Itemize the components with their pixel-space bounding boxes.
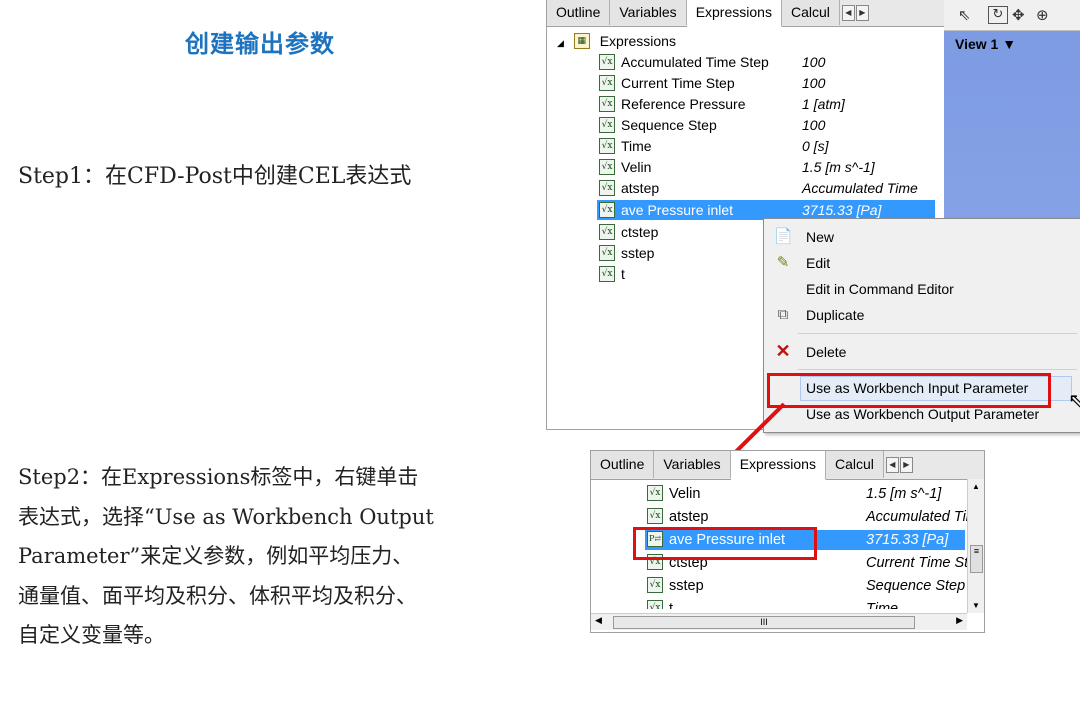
tab-expressions[interactable]: Expressions bbox=[686, 0, 782, 27]
tab-scroll-right-icon[interactable]: ▶ bbox=[899, 457, 913, 473]
red-highlight-box-row bbox=[633, 527, 817, 560]
menu-separator bbox=[798, 369, 1077, 370]
expression-icon: √x bbox=[599, 75, 615, 92]
tree-root[interactable]: ◢ ▦ Expressions bbox=[557, 31, 676, 51]
expression-value: 100 bbox=[802, 117, 826, 133]
expression-icon: √x bbox=[647, 508, 663, 525]
tree-root-label: Expressions bbox=[599, 33, 676, 49]
expression-row[interactable]: √x t bbox=[599, 264, 625, 284]
vertical-scrollbar[interactable]: ▲ ≡ ▼ bbox=[967, 479, 984, 613]
tab-expressions[interactable]: Expressions bbox=[730, 451, 826, 480]
duplicate-icon: ⧉ bbox=[777, 306, 789, 323]
menu-item-delete[interactable]: Delete bbox=[806, 341, 846, 363]
menu-item-edit[interactable]: Edit bbox=[806, 252, 830, 274]
expression-value: 100 bbox=[802, 75, 826, 91]
scroll-thumb[interactable]: ≡ bbox=[970, 545, 983, 573]
expression-icon: √x bbox=[599, 117, 615, 134]
step2-text: Step2：在Expressions标签中，右键单击 表达式，选择“Use as… bbox=[18, 465, 434, 647]
menu-item-new[interactable]: New bbox=[806, 226, 834, 248]
expression-row-selected[interactable]: √x ave Pressure inlet bbox=[597, 200, 935, 220]
red-highlight-box-menu bbox=[767, 373, 1051, 408]
collapse-icon[interactable]: ◢ bbox=[557, 38, 564, 48]
expression-value: 1.5 [m s^-1] bbox=[866, 486, 942, 502]
expression-icon: √x bbox=[599, 159, 615, 176]
panel-tabs: Outline Variables Expressions Calcul ◀ ▶ bbox=[547, 0, 945, 27]
menu-separator bbox=[798, 333, 1077, 334]
hscroll-thumb[interactable]: III bbox=[613, 616, 915, 629]
expression-icon: √x bbox=[599, 54, 615, 71]
pan-icon[interactable]: ✥ bbox=[1012, 6, 1025, 24]
expression-value: Time bbox=[866, 601, 899, 609]
expression-value: 1 [atm] bbox=[802, 96, 845, 112]
expression-row[interactable]: √x Sequence Step bbox=[599, 115, 717, 135]
tab-calculators[interactable]: Calcul bbox=[781, 0, 840, 25]
tab-outline[interactable]: Outline bbox=[547, 0, 611, 25]
select-arrow-icon[interactable]: ⇖ bbox=[958, 6, 971, 24]
expression-row[interactable]: √x sstep bbox=[599, 243, 654, 263]
expression-value-selected: 3715.33 [Pa] bbox=[802, 202, 882, 218]
expression-value: Current Time St bbox=[866, 555, 969, 571]
zoom-icon[interactable]: ⊕ bbox=[1036, 6, 1049, 24]
scroll-right-icon[interactable]: ▶ bbox=[956, 615, 963, 626]
expression-value: 1.5 [m s^-1] bbox=[802, 159, 875, 175]
tab-variables[interactable]: Variables bbox=[610, 0, 687, 25]
expression-icon: √x bbox=[599, 266, 615, 283]
expression-row[interactable]: √x sstep bbox=[647, 576, 704, 596]
expression-row[interactable]: √x Velin bbox=[599, 157, 651, 177]
expression-icon: √x bbox=[599, 245, 615, 262]
horizontal-scrollbar[interactable]: ◀ III ▶ bbox=[591, 613, 967, 630]
expression-icon: √x bbox=[599, 96, 615, 113]
new-icon: 📄 bbox=[774, 228, 793, 245]
expression-icon: √x bbox=[599, 138, 615, 155]
tab-scroll-buttons: ◀ ▶ bbox=[840, 0, 871, 26]
expression-row[interactable]: √x Velin bbox=[647, 484, 700, 504]
expression-row[interactable]: √x Time bbox=[599, 136, 652, 156]
expression-icon: √x bbox=[647, 485, 663, 502]
tab-outline[interactable]: Outline bbox=[591, 451, 655, 478]
expression-icon: √x bbox=[599, 180, 615, 197]
rotate-icon[interactable]: ↻ bbox=[988, 6, 1008, 24]
viewer-toolbar: ⇖ ↻ ✥ ⊕ bbox=[944, 0, 1080, 31]
expression-icon: √x bbox=[647, 600, 663, 609]
menu-item-edit-command-editor[interactable]: Edit in Command Editor bbox=[806, 278, 954, 300]
scroll-left-icon[interactable]: ◀ bbox=[595, 615, 602, 626]
expression-row[interactable]: √x t bbox=[647, 599, 673, 609]
delete-icon: ✕ bbox=[775, 341, 791, 361]
tab-calculators[interactable]: Calcul bbox=[825, 451, 884, 478]
clipped-rows-area: √x t Time bbox=[591, 599, 967, 609]
expression-value: 0 [s] bbox=[802, 138, 829, 154]
expression-row[interactable]: √x atstep bbox=[647, 507, 709, 527]
tab-scroll-left-icon[interactable]: ◀ bbox=[841, 5, 855, 21]
expression-row[interactable]: √x Current Time Step bbox=[599, 73, 735, 93]
panel-tabs: Outline Variables Expressions Calcul ◀ ▶ bbox=[591, 451, 984, 480]
menu-item-duplicate[interactable]: Duplicate bbox=[806, 304, 864, 326]
expression-row[interactable]: √x atstep bbox=[599, 178, 659, 198]
expression-icon: √x bbox=[599, 202, 615, 219]
expression-value: Accumulated Tir bbox=[866, 509, 971, 525]
scroll-down-icon[interactable]: ▼ bbox=[968, 601, 984, 610]
tab-variables[interactable]: Variables bbox=[654, 451, 731, 478]
expression-row[interactable]: √x ctstep bbox=[599, 222, 658, 242]
tab-scroll-buttons: ◀ ▶ bbox=[884, 451, 915, 479]
expression-value: Accumulated Time bbox=[802, 180, 918, 196]
step1-text: Step1：在CFD-Post中创建CEL表达式 bbox=[18, 164, 412, 189]
expression-value-selected: 3715.33 [Pa] bbox=[866, 532, 949, 548]
edit-icon: ✎ bbox=[776, 254, 790, 271]
expression-row[interactable]: √x Accumulated Time Step bbox=[599, 52, 769, 72]
mouse-cursor-icon: ⇖ bbox=[1068, 388, 1080, 412]
scroll-up-icon[interactable]: ▲ bbox=[968, 482, 984, 491]
view-selector[interactable]: View 1 ▼ bbox=[955, 36, 1016, 52]
expression-icon: √x bbox=[647, 577, 663, 594]
expression-value: Sequence Step bbox=[866, 578, 966, 594]
tab-scroll-left-icon[interactable]: ◀ bbox=[885, 457, 899, 473]
expression-row[interactable]: √x Reference Pressure bbox=[599, 94, 746, 114]
tab-scroll-right-icon[interactable]: ▶ bbox=[855, 5, 869, 21]
slide-title: 创建输出参数 bbox=[185, 30, 335, 58]
expression-icon: √x bbox=[599, 224, 615, 241]
folder-icon: ▦ bbox=[573, 33, 590, 50]
expression-value: 100 bbox=[802, 54, 826, 70]
